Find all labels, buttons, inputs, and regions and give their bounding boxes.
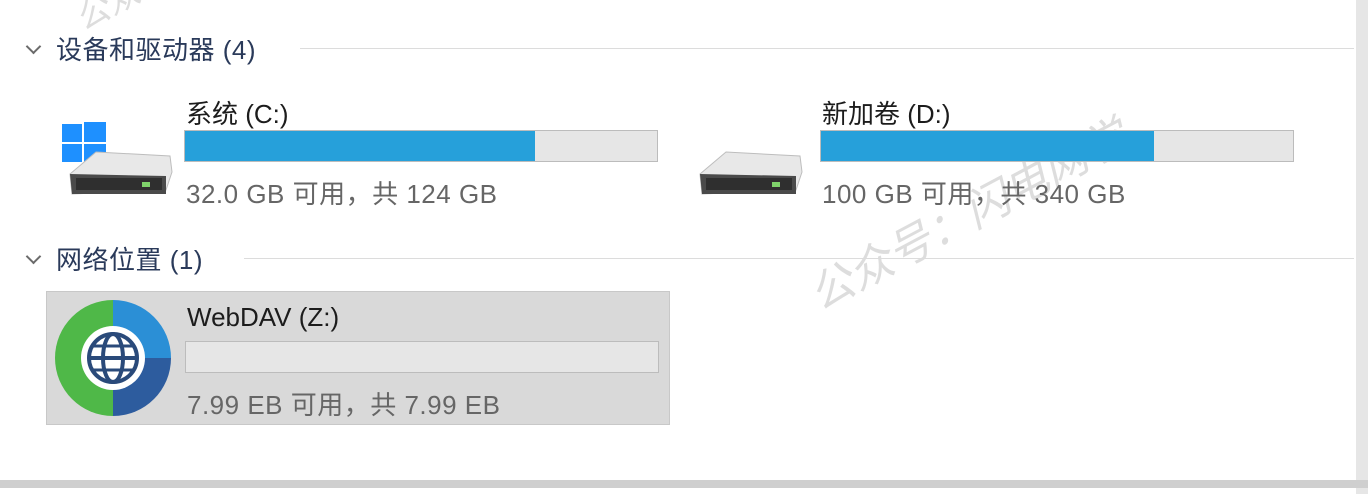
drive-tile-c[interactable]: 系统 (C:) 32.0 GB 可用，共 124 GB: [48, 88, 668, 220]
window-bottom-edge: [0, 480, 1368, 488]
section-divider: [244, 258, 1354, 259]
windows-system-drive-icon: [56, 94, 176, 214]
section-header-devices[interactable]: 设备和驱动器 (4): [26, 33, 256, 65]
drive-space-text: 32.0 GB 可用，共 124 GB: [186, 179, 498, 209]
drive-space-text: 7.99 EB 可用，共 7.99 EB: [187, 390, 501, 420]
explorer-this-pc-view: 公众号 公众号：闪电网学 设备和驱动器 (4) 系统 (C:): [0, 0, 1368, 494]
section-divider: [300, 48, 1354, 49]
drive-name: WebDAV (Z:): [187, 302, 340, 332]
chevron-down-icon[interactable]: [26, 251, 40, 265]
window-right-edge: [1356, 0, 1368, 494]
capacity-bar: [820, 130, 1294, 162]
drive-space-text: 100 GB 可用，共 340 GB: [822, 179, 1126, 209]
chevron-down-icon[interactable]: [26, 41, 40, 55]
network-globe-icon: [53, 298, 173, 418]
drive-tile-d[interactable]: 新加卷 (D:) 100 GB 可用，共 340 GB: [684, 88, 1304, 220]
drive-tile-webdav[interactable]: WebDAV (Z:) 7.99 EB 可用，共 7.99 EB: [46, 291, 670, 425]
capacity-bar-fill: [821, 131, 1155, 161]
section-header-network[interactable]: 网络位置 (1): [26, 243, 203, 275]
capacity-bar-fill: [185, 131, 536, 161]
section-title-network: 网络位置 (1): [56, 244, 204, 275]
hard-drive-icon: [692, 94, 812, 214]
drive-name: 系统 (C:): [186, 99, 289, 129]
drive-name: 新加卷 (D:): [822, 99, 951, 129]
section-title-devices: 设备和驱动器 (4): [56, 34, 257, 65]
capacity-bar: [185, 341, 659, 373]
capacity-bar: [184, 130, 658, 162]
